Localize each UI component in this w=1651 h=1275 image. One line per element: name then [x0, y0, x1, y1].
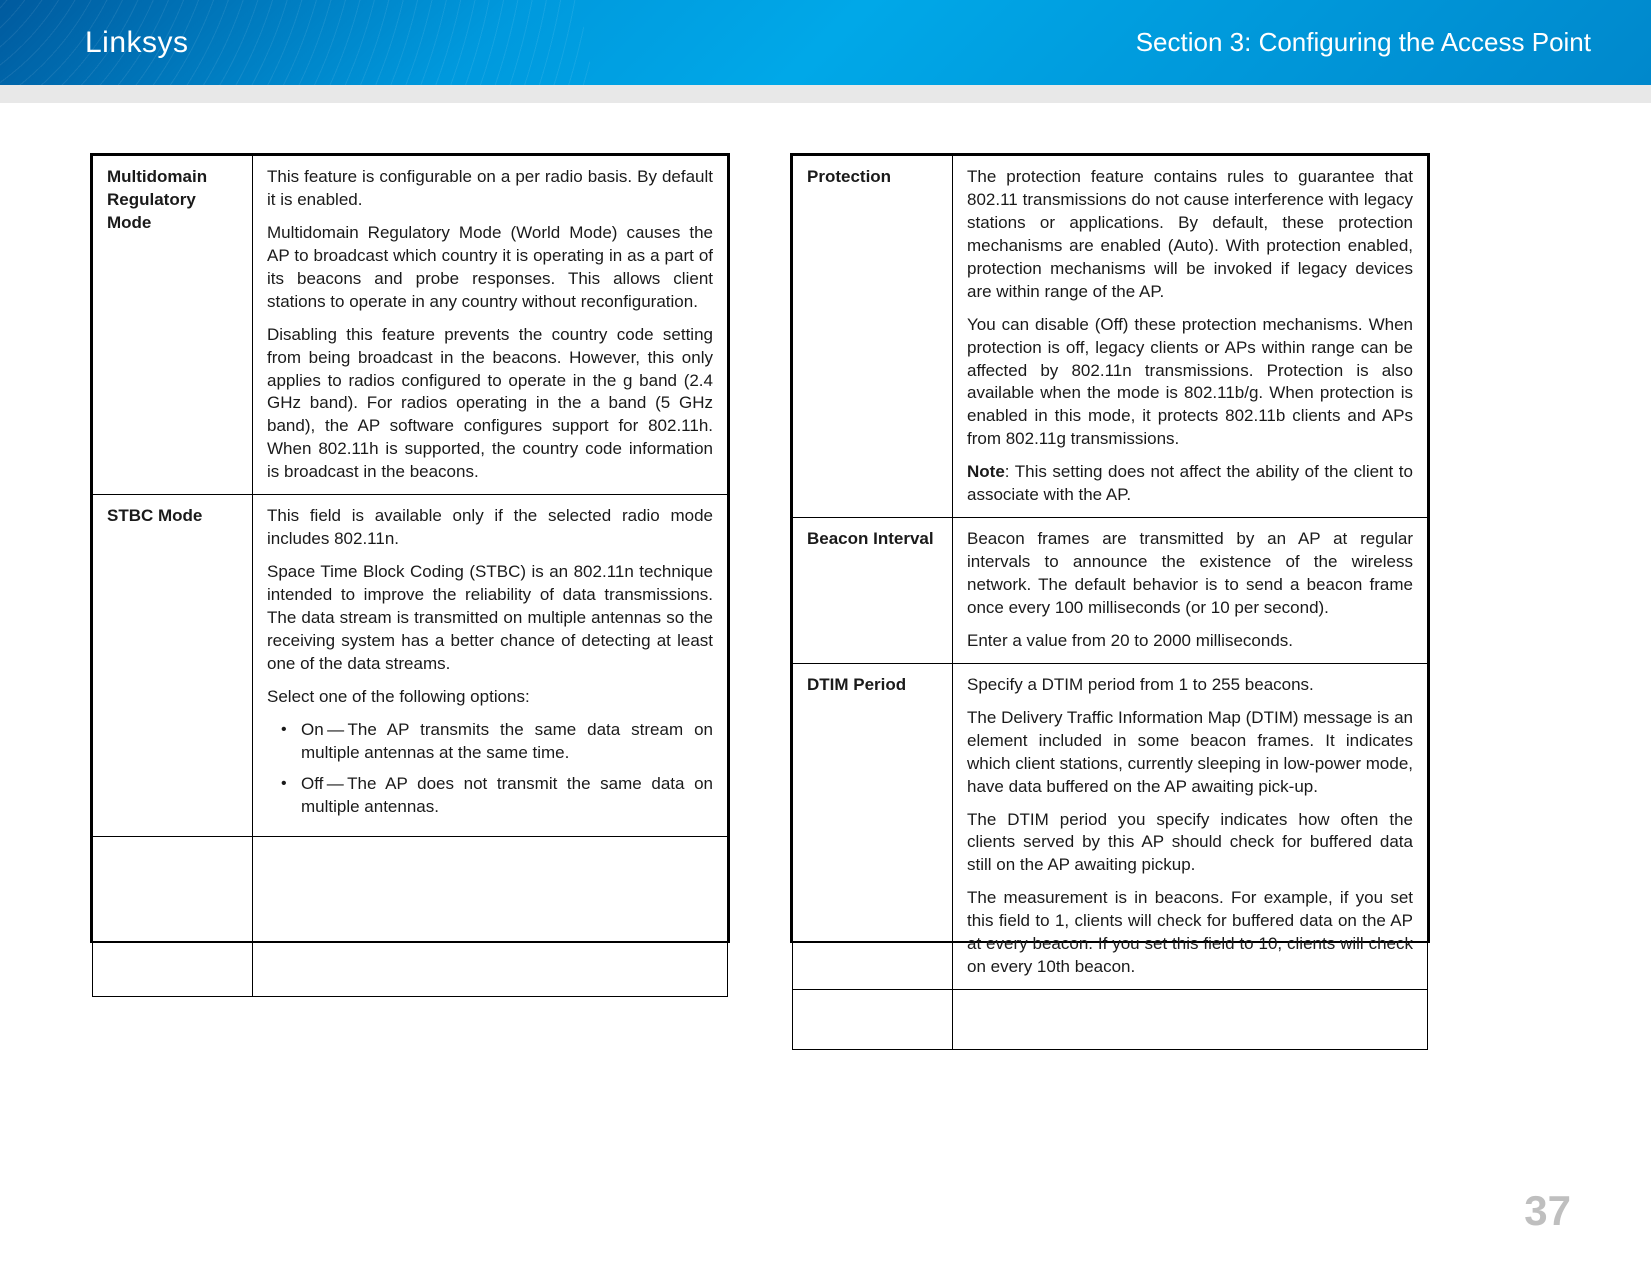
filler-cell	[93, 837, 253, 997]
text: The measurement is in beacons. For examp…	[967, 887, 1413, 979]
label-stbc: STBC Mode	[93, 495, 253, 837]
text: The protection feature contains rules to…	[967, 166, 1413, 304]
content-columns: Multidomain Regulatory Mode This feature…	[0, 103, 1651, 943]
filler-row	[93, 837, 728, 997]
text: Enter a value from 20 to 2000 millisecon…	[967, 630, 1413, 653]
brand-name: Linksys	[85, 26, 189, 60]
text: This feature is configurable on a per ra…	[267, 166, 713, 212]
text: Disabling this feature prevents the coun…	[267, 324, 713, 485]
stbc-options: On — The AP transmits the same data stre…	[267, 719, 713, 819]
filler-cell	[793, 990, 953, 1050]
left-table: Multidomain Regulatory Mode This feature…	[92, 155, 728, 997]
text: Select one of the following options:	[267, 686, 713, 709]
row-stbc: STBC Mode This field is available only i…	[93, 495, 728, 837]
left-column: Multidomain Regulatory Mode This feature…	[90, 153, 730, 943]
row-beacon: Beacon Interval Beacon frames are transm…	[793, 518, 1428, 664]
right-table: Protection The protection feature contai…	[792, 155, 1428, 1050]
note-text: : This setting does not affect the abili…	[967, 462, 1413, 504]
row-multidomain: Multidomain Regulatory Mode This feature…	[93, 156, 728, 495]
note: Note: This setting does not affect the a…	[967, 461, 1413, 507]
label-protection: Protection	[793, 156, 953, 518]
text: You can disable (Off) these protection m…	[967, 314, 1413, 452]
desc-beacon: Beacon frames are transmitted by an AP a…	[953, 518, 1428, 664]
text: Space Time Block Coding (STBC) is an 802…	[267, 561, 713, 676]
desc-stbc: This field is available only if the sele…	[253, 495, 728, 837]
text: The Delivery Traffic Information Map (DT…	[967, 707, 1413, 799]
header-underline	[0, 85, 1651, 103]
text: Specify a DTIM period from 1 to 255 beac…	[967, 674, 1413, 697]
row-protection: Protection The protection feature contai…	[793, 156, 1428, 518]
desc-multidomain: This feature is configurable on a per ra…	[253, 156, 728, 495]
note-label: Note	[967, 462, 1005, 481]
filler-row	[793, 990, 1428, 1050]
list-item: Off — The AP does not transmit the same …	[281, 773, 713, 819]
filler-cell	[953, 990, 1428, 1050]
desc-protection: The protection feature contains rules to…	[953, 156, 1428, 518]
label-multidomain: Multidomain Regulatory Mode	[93, 156, 253, 495]
text: This field is available only if the sele…	[267, 505, 713, 551]
section-title: Section 3: Configuring the Access Point	[1136, 27, 1591, 58]
right-column: Protection The protection feature contai…	[790, 153, 1430, 943]
filler-cell	[253, 837, 728, 997]
label-beacon: Beacon Interval	[793, 518, 953, 664]
text: Beacon frames are transmitted by an AP a…	[967, 528, 1413, 620]
text: The DTIM period you specify indicates ho…	[967, 809, 1413, 878]
page-header: Linksys Section 3: Configuring the Acces…	[0, 0, 1651, 85]
list-item: On — The AP transmits the same data stre…	[281, 719, 713, 765]
page-number: 37	[1524, 1187, 1571, 1235]
row-dtim: DTIM Period Specify a DTIM period from 1…	[793, 663, 1428, 989]
desc-dtim: Specify a DTIM period from 1 to 255 beac…	[953, 663, 1428, 989]
text: Multidomain Regulatory Mode (World Mode)…	[267, 222, 713, 314]
label-dtim: DTIM Period	[793, 663, 953, 989]
